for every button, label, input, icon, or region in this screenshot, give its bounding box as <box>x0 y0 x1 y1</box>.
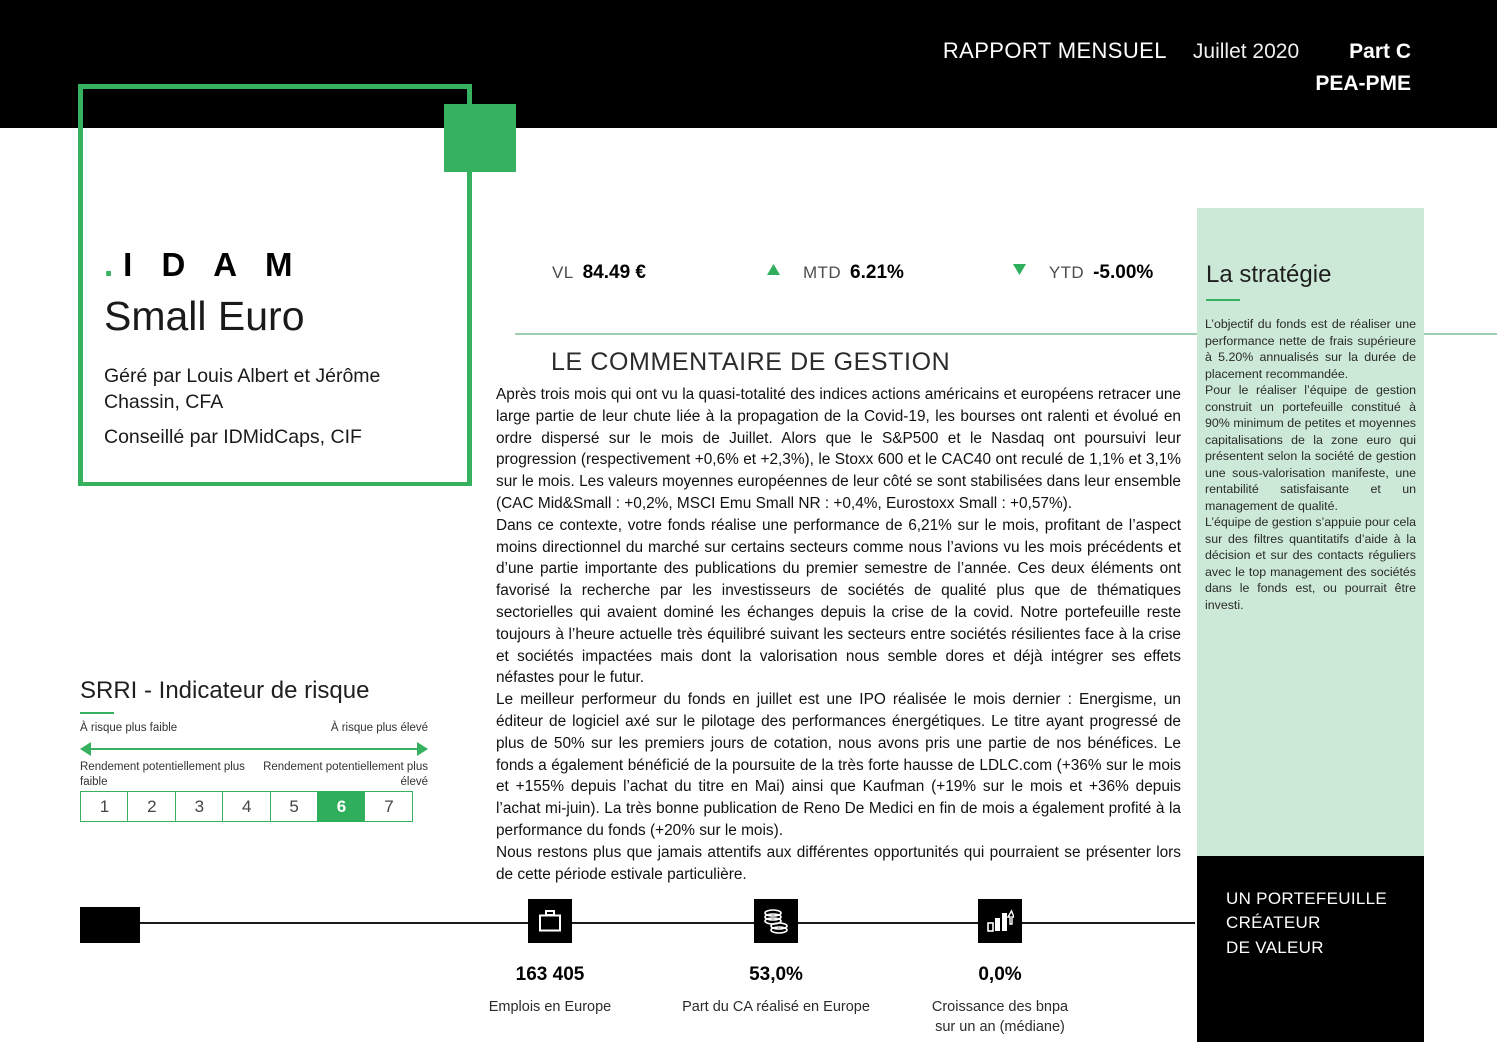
report-month: Juillet 2020 <box>1192 40 1300 63</box>
commentary-paragraph: Dans ce contexte, votre fonds réalise un… <box>496 516 1181 687</box>
fund-name: Small Euro <box>104 293 305 339</box>
commentary-body: Après trois mois qui ont vu la quasi-tot… <box>496 384 1181 885</box>
report-label: RAPPORT MENSUEL <box>942 38 1167 63</box>
srri-level-4[interactable]: 4 <box>222 791 272 822</box>
srri-heading: SRRI - Indicateur de risque <box>80 677 370 704</box>
srri-scale-arrow <box>80 742 428 756</box>
metric-ytd: YTD -5.00% <box>1049 262 1153 284</box>
promo-line-3: DE VALEUR <box>1226 937 1324 957</box>
stat-item: 53,0% Part du CA réalisé en Europe <box>682 899 870 1017</box>
stat-item: 163 405 Emplois en Europe <box>460 899 640 1017</box>
metric-vl: VL 84.49 € <box>552 262 646 284</box>
commentary-paragraph: Nous restons plus que jamais attentifs a… <box>496 843 1181 883</box>
strategy-heading-underline <box>1206 299 1240 301</box>
down-arrow-icon <box>1012 263 1027 280</box>
share-class-part: Part C <box>1349 40 1411 63</box>
srri-caption-right: À risque plus élevé <box>330 722 428 734</box>
stat-value: 163 405 <box>515 964 585 985</box>
strategy-paragraph: Pour le réaliser l’équipe de gestion con… <box>1205 383 1416 513</box>
promo-line-2: CRÉATEUR <box>1226 913 1321 933</box>
srri-level-1[interactable]: 1 <box>80 791 129 822</box>
stat-item: 0,0% Croissance des bnpa sur un an (médi… <box>906 899 1094 1038</box>
stat-label: Part du CA réalisé en Europe <box>682 999 870 1015</box>
fund-managers: Géré par Louis Albert et Jérôme Chassin,… <box>104 365 381 413</box>
bar-chart-growth-icon <box>978 899 1022 943</box>
srri-scale: 1 2 3 4 5 6 7 <box>80 791 414 822</box>
stat-label-line-1: Croissance des bnpa <box>931 999 1069 1015</box>
brand-logo: .I D A M <box>104 248 474 281</box>
metric-vl-label: VL <box>552 263 574 282</box>
srri-return-left: Rendement potentiellement plus faible <box>80 761 245 788</box>
srri-level-7[interactable]: 7 <box>364 791 414 822</box>
performance-metrics: VL 84.49 € MTD 6.21% YTD -5.00% <box>552 262 1153 284</box>
strategy-body: L’objectif du fonds est de réaliser une … <box>1205 316 1416 613</box>
strategy-paragraph: L’équipe de gestion s’appuie pour cela s… <box>1205 515 1416 612</box>
briefcase-icon <box>528 899 572 943</box>
strategy-heading: La stratégie <box>1206 261 1332 288</box>
share-class-label: PEA-PME <box>1315 72 1411 95</box>
arrow-right-icon <box>417 742 428 756</box>
promo-text: UN PORTEFEUILLE CRÉATEUR DE VALEUR <box>1226 887 1387 960</box>
srri-level-6-active[interactable]: 6 <box>317 791 367 822</box>
brand-name: I D A M <box>123 246 303 283</box>
promo-line-1: UN PORTEFEUILLE <box>1226 889 1388 908</box>
srri-level-2[interactable]: 2 <box>127 791 177 822</box>
stat-value: 0,0% <box>978 964 1022 985</box>
arrow-line <box>88 748 420 750</box>
metric-vl-value: 84.49 € <box>582 262 646 283</box>
fund-advisor: Conseillé par IDMidCaps, CIF <box>104 425 362 448</box>
brand-dot-icon: . <box>104 246 124 283</box>
stat-label-line-2: sur un an (médiane) <box>935 1019 1065 1036</box>
stat-label: Emplois en Europe <box>488 999 612 1015</box>
fund-identity-block: .I D A M Small Euro Géré par Louis Alber… <box>104 248 474 450</box>
strategy-paragraph: L’objectif du fonds est de réaliser une … <box>1205 317 1416 381</box>
coins-icon <box>754 899 798 943</box>
metric-mtd-value: 6.21% <box>850 262 904 283</box>
stat-value: 53,0% <box>749 964 803 985</box>
srri-level-5[interactable]: 5 <box>269 791 319 822</box>
commentary-heading: LE COMMENTAIRE DE GESTION <box>551 348 951 376</box>
up-arrow-icon <box>766 263 781 280</box>
srri-caption-left: À risque plus faible <box>80 722 178 734</box>
metric-mtd: MTD 6.21% <box>803 262 904 284</box>
metric-ytd-value: -5.00% <box>1093 262 1154 283</box>
header-meta: RAPPORT MENSUEL Juillet 2020 Part C PEA-… <box>943 38 1411 96</box>
metric-ytd-label: YTD <box>1048 263 1085 282</box>
stat-label: Croissance des bnpa sur un an (médiane) <box>906 997 1094 1038</box>
commentary-paragraph: Après trois mois qui ont vu la quasi-tot… <box>496 386 1181 512</box>
stats-start-marker <box>80 907 140 943</box>
srri-level-3[interactable]: 3 <box>174 791 224 822</box>
commentary-paragraph: Le meilleur performeur du fonds en juill… <box>496 691 1181 839</box>
srri-heading-underline <box>80 712 114 714</box>
green-accent-square <box>444 104 516 172</box>
srri-return-right: Rendement potentiellement plus élevé <box>263 761 428 788</box>
metric-mtd-label: MTD <box>803 263 842 282</box>
